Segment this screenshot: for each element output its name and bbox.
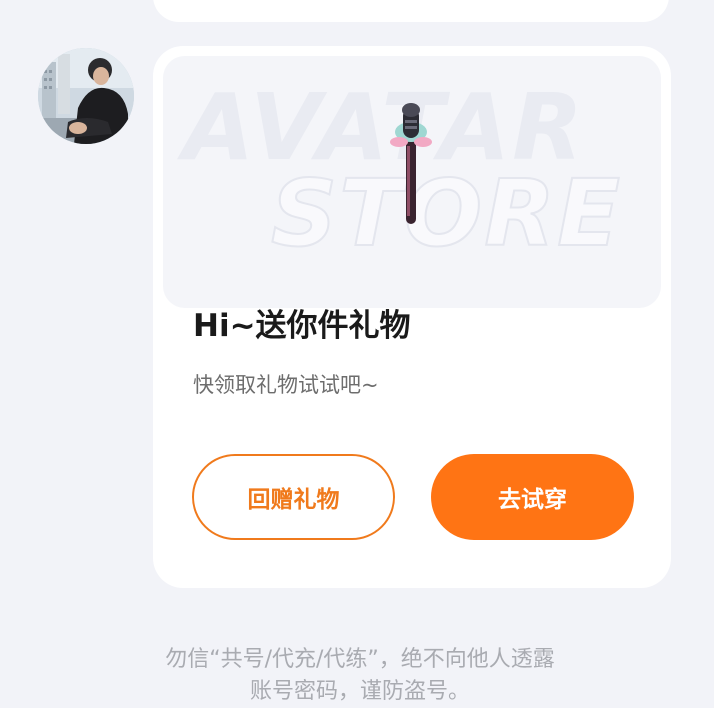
gift-message-card: AVATAR STORE Hi~送你件礼物 快领取礼物试试吧~ 回赠礼物 去试穿	[153, 46, 671, 588]
banner-text-line2: STORE	[270, 159, 622, 268]
try-on-button[interactable]: 去试穿	[431, 454, 634, 540]
gift-card-title: Hi~送你件礼物	[193, 308, 411, 344]
avatar-store-banner: AVATAR STORE	[163, 56, 661, 308]
previous-message-card	[153, 0, 669, 22]
sender-avatar[interactable]	[38, 48, 134, 144]
return-gift-button[interactable]: 回赠礼物	[192, 454, 395, 540]
security-notice-line2: 账号密码，谨防盗号。	[249, 679, 470, 704]
security-notice: 勿信“共号/代充/代练”，绝不向他人透露 账号密码，谨防盗号。	[60, 644, 660, 708]
gift-item-icon	[390, 103, 432, 224]
security-notice-line1: 勿信“共号/代充/代练”，绝不向他人透露	[165, 647, 555, 672]
avatar-photo	[38, 48, 134, 144]
gift-card-subtitle: 快领取礼物试试吧~	[193, 373, 379, 397]
